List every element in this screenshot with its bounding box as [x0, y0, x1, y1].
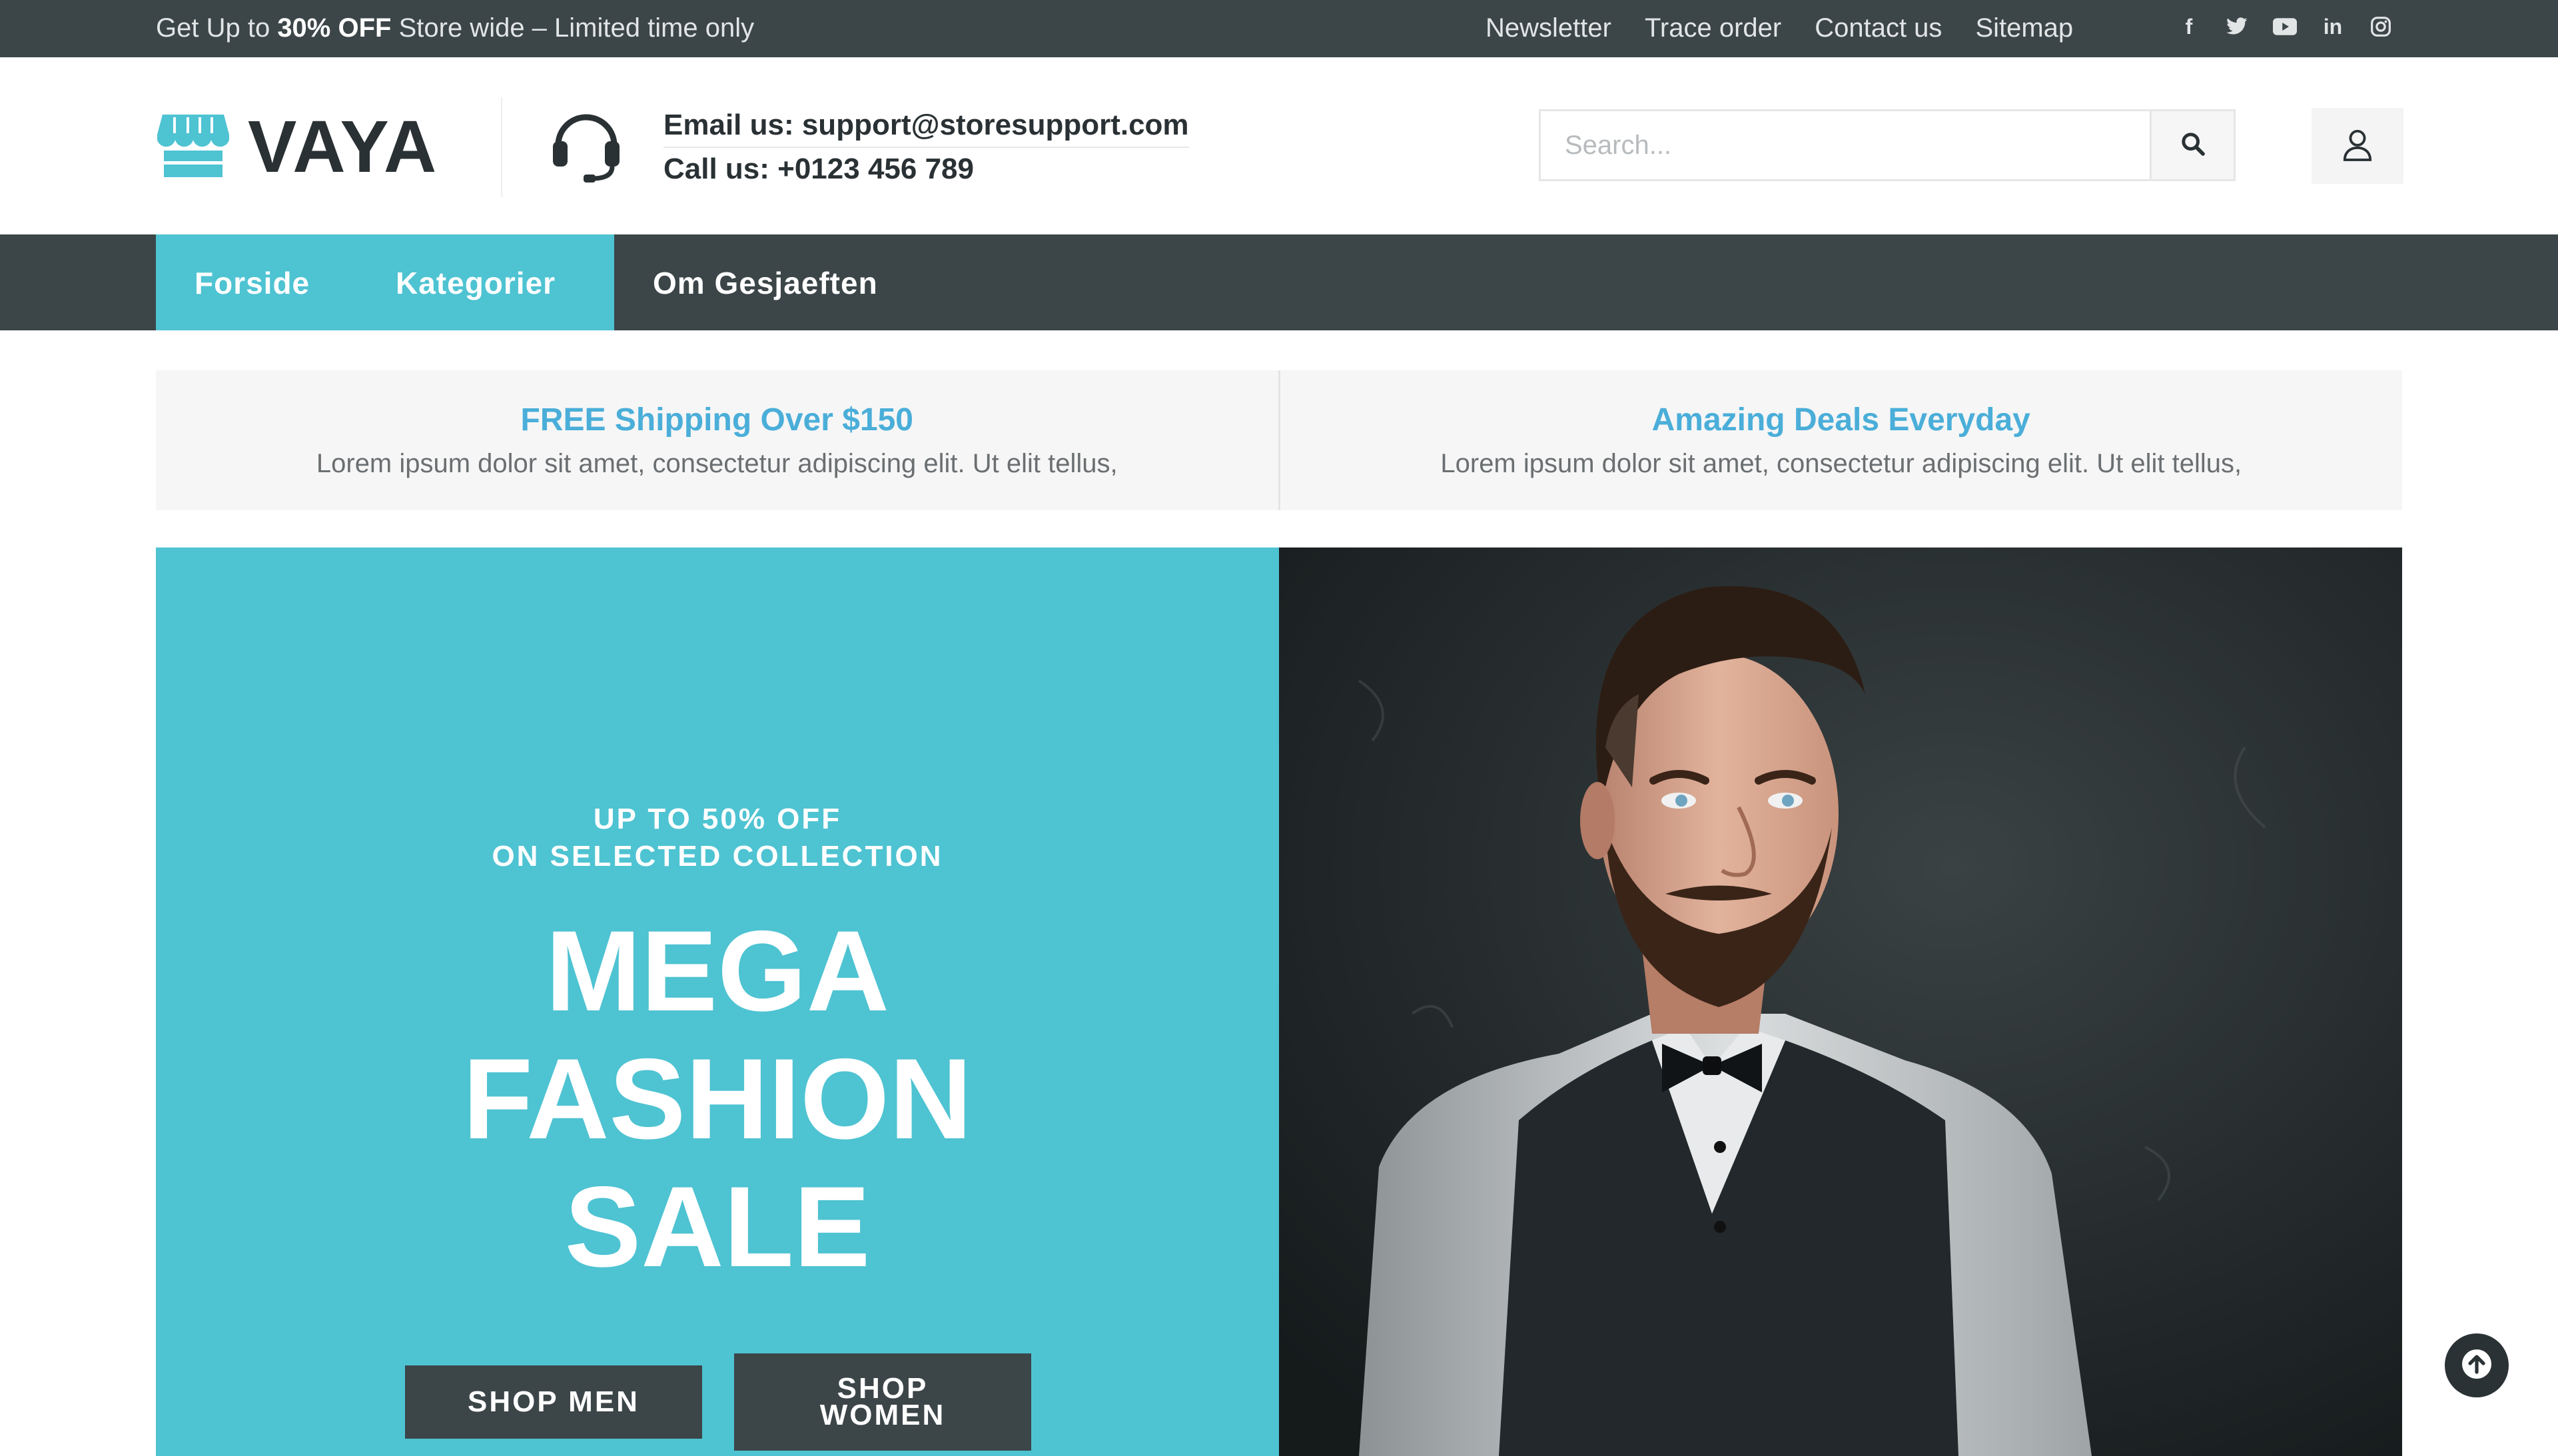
trace-order-link[interactable]: Trace order — [1645, 13, 1781, 43]
hero-banner: UP TO 50% OFF ON SELECTED COLLECTION MEG… — [156, 547, 1279, 1456]
feature-shipping: FREE Shipping Over $150 Lorem ipsum dolo… — [156, 370, 1278, 510]
facebook-icon[interactable]: f — [2177, 15, 2201, 39]
promo-text: Get Up to 30% OFF Store wide – Limited t… — [156, 13, 755, 43]
search-box — [1539, 109, 2236, 181]
feature-text: Lorem ipsum dolor sit amet, consectetur … — [316, 449, 1118, 478]
feature-title: Amazing Deals Everyday — [1651, 402, 2030, 438]
search-button[interactable] — [2150, 111, 2234, 179]
twitter-icon[interactable] — [2225, 15, 2249, 39]
nav-item-forside[interactable]: Forside — [195, 265, 310, 301]
headset-icon — [546, 104, 626, 187]
sitemap-link[interactable]: Sitemap — [1975, 13, 2073, 43]
store-icon — [156, 112, 230, 183]
shop-men-button[interactable]: SHOP MEN — [405, 1365, 702, 1439]
scroll-to-top-button[interactable] — [2445, 1333, 2509, 1397]
linkedin-icon[interactable]: in — [2321, 15, 2345, 39]
user-icon — [2342, 128, 2373, 165]
hero-model-photo — [1279, 547, 2402, 1456]
hero-subtitle: UP TO 50% OFF ON SELECTED COLLECTION — [492, 803, 943, 873]
top-links: Newsletter Trace order Contact us Sitema… — [1486, 13, 2073, 43]
arrow-up-icon — [2461, 1348, 2493, 1383]
main-nav: Forside Kategorier Om Gesjaeften — [0, 234, 2558, 330]
contact-info: Email us: support@storesupport.com Call … — [663, 104, 1189, 190]
feature-deals: Amazing Deals Everyday Lorem ipsum dolor… — [1278, 370, 2403, 510]
feature-text: Lorem ipsum dolor sit amet, consectetur … — [1440, 449, 2242, 478]
shop-women-button[interactable]: SHOP WOMEN — [734, 1353, 1031, 1451]
top-bar: Get Up to 30% OFF Store wide – Limited t… — [0, 0, 2558, 57]
site-header: VAYA Email us: support@storesupport.com … — [0, 57, 2558, 234]
newsletter-link[interactable]: Newsletter — [1486, 13, 1611, 43]
search-input[interactable] — [1541, 111, 2150, 179]
logo[interactable]: VAYA — [156, 111, 438, 184]
nav-item-kategorier[interactable]: Kategorier — [396, 265, 556, 301]
feature-title: FREE Shipping Over $150 — [520, 402, 914, 438]
search-icon — [2180, 131, 2206, 161]
logo-text: VAYA — [248, 106, 438, 188]
hero-title: MEGA FASHION SALE — [462, 907, 973, 1291]
youtube-icon[interactable] — [2273, 15, 2297, 39]
phone-line[interactable]: Call us: +0123 456 789 — [663, 148, 1189, 190]
nav-item-om-gesjaeften[interactable]: Om Gesjaeften — [653, 265, 878, 301]
account-button[interactable] — [2312, 108, 2403, 184]
contact-us-link[interactable]: Contact us — [1815, 13, 1942, 43]
email-line[interactable]: Email us: support@storesupport.com — [663, 104, 1189, 148]
features-strip: FREE Shipping Over $150 Lorem ipsum dolo… — [156, 370, 2402, 510]
social-links: f in — [2177, 15, 2393, 39]
instagram-icon[interactable] — [2369, 15, 2393, 39]
header-divider — [501, 97, 502, 197]
